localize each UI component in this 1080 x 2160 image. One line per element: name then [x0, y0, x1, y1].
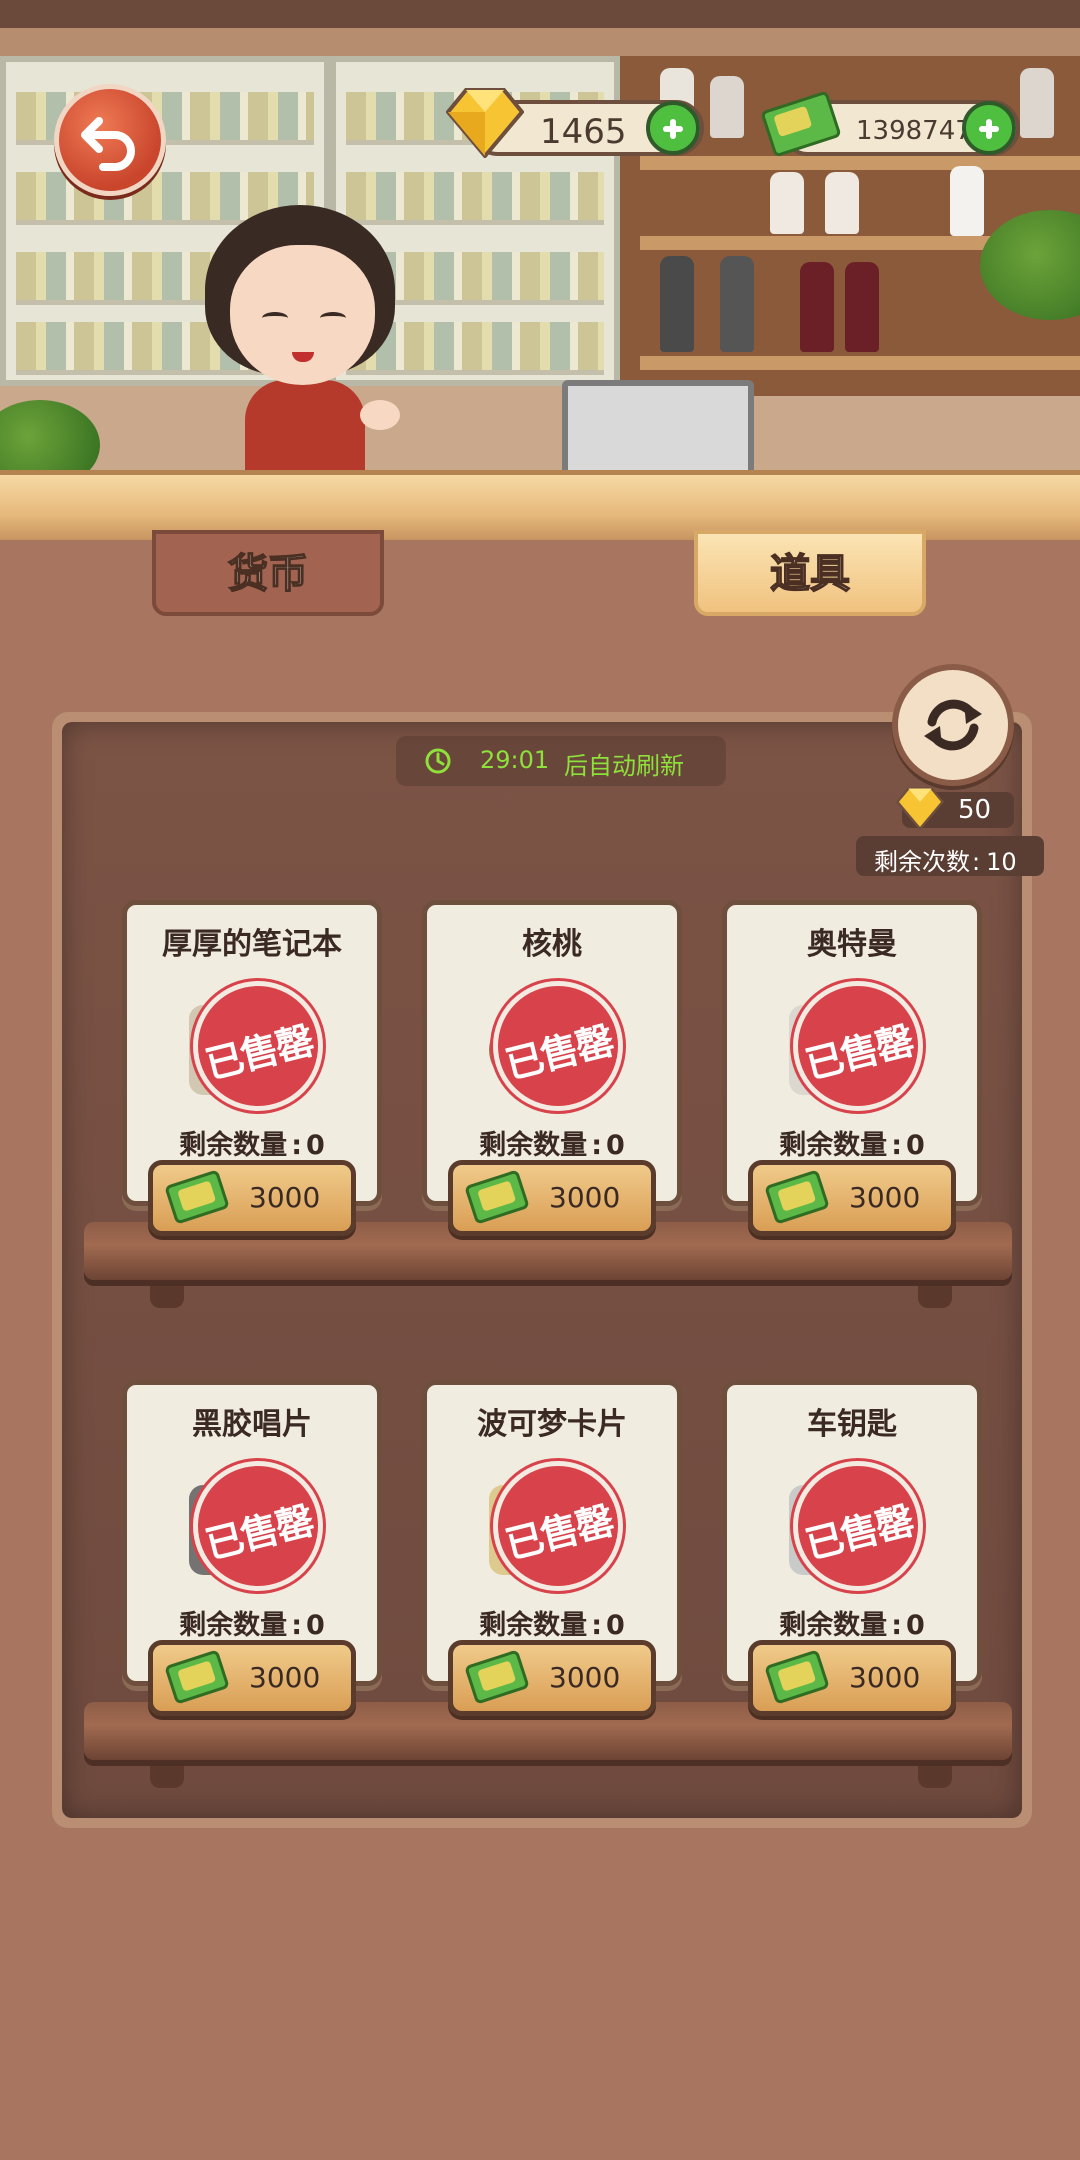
sold-out-stamp: 已售罄 [193, 981, 323, 1111]
tab-items[interactable]: 道具 [694, 530, 926, 616]
item-quantity: 剩余数量:0 [179, 1130, 325, 1161]
sold-out-stamp: 已售罄 [793, 981, 923, 1111]
sold-out-stamp: 已售罄 [493, 981, 623, 1111]
tab-currency[interactable]: 货币 [152, 530, 384, 616]
sold-out-stamp: 已售罄 [793, 1461, 923, 1591]
item-name: 车钥匙 [807, 1407, 897, 1442]
item-quantity: 剩余数量:0 [779, 1130, 925, 1161]
refresh-button[interactable] [892, 664, 1014, 786]
cash-icon [464, 1169, 530, 1225]
gem-icon [446, 88, 524, 158]
buy-button[interactable]: 3000 [448, 1640, 656, 1716]
cash-icon [464, 1649, 530, 1705]
back-button[interactable] [54, 84, 166, 196]
refresh-cost: 50 [896, 787, 1014, 830]
buy-button[interactable]: 3000 [748, 1640, 956, 1716]
remaining-sep: : [972, 848, 981, 876]
cash-register [562, 380, 754, 484]
item-name: 波可梦卡片 [477, 1407, 627, 1442]
timer-suffix: 后自动刷新 [564, 752, 684, 780]
cash-stack-icon [760, 90, 842, 158]
price-value: 3000 [549, 1181, 621, 1214]
cash-icon [164, 1169, 230, 1225]
buy-button[interactable]: 3000 [148, 1160, 356, 1236]
back-arrow-icon [81, 117, 135, 171]
shopkeeper-dress [245, 380, 365, 480]
item-quantity: 剩余数量:0 [479, 1130, 625, 1161]
add-cash-button[interactable] [962, 101, 1016, 155]
item-quantity: 剩余数量:0 [179, 1610, 325, 1641]
buy-button[interactable]: 3000 [448, 1160, 656, 1236]
remaining-value: 10 [986, 848, 1017, 876]
cash-icon [164, 1649, 230, 1705]
tab-items-label: 道具 [769, 550, 851, 598]
item-quantity: 剩余数量:0 [479, 1610, 625, 1641]
gem-count: 1465 [540, 112, 627, 152]
add-gems-button[interactable] [646, 101, 700, 155]
refresh-timer: 29:01 后自动刷新 [396, 736, 726, 786]
price-value: 3000 [249, 1661, 321, 1694]
sold-out-stamp: 已售罄 [193, 1461, 323, 1591]
refresh-cost-value: 50 [958, 795, 992, 825]
remaining-label: 剩余次数 [874, 848, 970, 876]
refresh-remaining: 剩余次数: 10 [856, 836, 1044, 876]
tab-currency-label: 货币 [227, 550, 309, 598]
item-name: 厚厚的笔记本 [162, 927, 342, 962]
gem-icon [896, 787, 944, 830]
price-value: 3000 [549, 1661, 621, 1694]
refresh-icon [924, 699, 982, 751]
price-value: 3000 [849, 1181, 921, 1214]
cash-icon [764, 1649, 830, 1705]
shop-scene [0, 0, 1080, 540]
price-value: 3000 [849, 1661, 921, 1694]
timer-value: 29:01 [480, 746, 550, 774]
item-quantity: 剩余数量:0 [779, 1610, 925, 1641]
shopkeeper-face [230, 245, 375, 385]
buy-button[interactable]: 3000 [748, 1160, 956, 1236]
cash-icon [764, 1169, 830, 1225]
buy-button[interactable]: 3000 [148, 1640, 356, 1716]
item-name: 奥特曼 [807, 927, 897, 962]
sold-out-stamp: 已售罄 [493, 1461, 623, 1591]
item-name: 黑胶唱片 [192, 1407, 312, 1442]
item-name: 核桃 [522, 927, 582, 962]
price-value: 3000 [249, 1181, 321, 1214]
clock-icon [425, 748, 451, 774]
